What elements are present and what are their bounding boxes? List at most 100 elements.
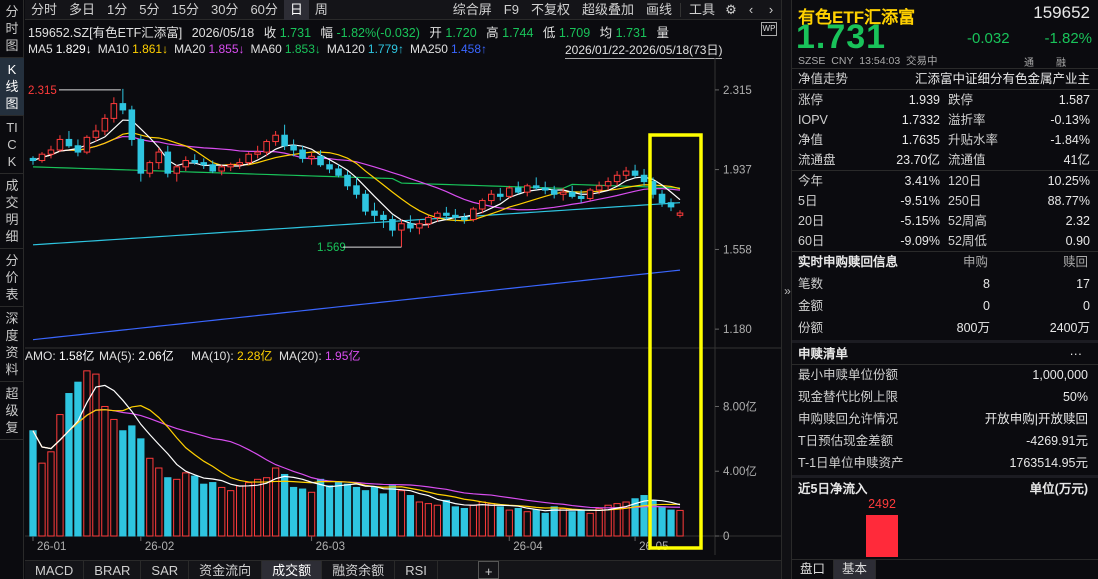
candle-body — [110, 103, 118, 119]
candle-body — [155, 151, 163, 164]
list-header[interactable]: 申赎清单 ··· — [792, 344, 1098, 364]
candle-body — [281, 134, 288, 147]
candle-body — [344, 174, 351, 187]
high-label: 高 — [486, 26, 499, 40]
candle-body — [568, 191, 576, 197]
indicator-tab-3[interactable]: 资金流向 — [189, 561, 263, 579]
tool-5[interactable]: 工具 — [683, 0, 721, 20]
period-8[interactable]: 周 — [309, 0, 334, 20]
candle-body — [254, 151, 261, 155]
candle-body — [631, 170, 639, 176]
amount-bar — [433, 504, 442, 537]
perf-label2: 52周低 — [948, 234, 987, 248]
tool-1[interactable]: F9 — [498, 0, 525, 20]
perf-value: -5.15% — [900, 214, 940, 228]
period-6[interactable]: 60分 — [244, 0, 283, 20]
ma-value: 1.853↓ — [284, 42, 321, 56]
indicator-tab-6[interactable]: RSI — [395, 561, 438, 579]
chevron-right-icon[interactable]: › — [761, 0, 781, 20]
period-4[interactable]: 15分 — [166, 0, 205, 20]
amount-bar — [289, 486, 298, 537]
amount-bar — [110, 418, 118, 537]
panel-tab-0[interactable]: 盘口 — [792, 560, 835, 579]
flow-bar — [866, 515, 898, 557]
amount-bar — [56, 414, 64, 537]
chevron-left-icon[interactable]: ‹ — [741, 0, 761, 20]
candle-body — [263, 141, 270, 153]
stats-row: IOPV 1.7332 溢折率 -0.13% — [792, 110, 1098, 130]
period-0[interactable]: 分时 — [25, 0, 63, 20]
more-icon[interactable]: ··· — [1070, 344, 1083, 364]
ma-legend-item: MA60 1.853↓ — [251, 42, 321, 56]
stats-row: 涨停 1.939 跌停 1.587 — [792, 90, 1098, 110]
candle-body — [523, 185, 531, 193]
period-7[interactable]: 日 — [283, 0, 309, 20]
panel-tab-1[interactable]: 基本 — [834, 560, 877, 579]
sidebar-tab-5[interactable]: 深度资料 — [0, 307, 24, 382]
candle-body — [577, 195, 585, 199]
panel-collapse-handle[interactable]: » — [781, 0, 792, 579]
candle-body — [74, 145, 82, 153]
sidebar-tab-0[interactable]: 分时图 — [0, 0, 24, 58]
wp-badge[interactable]: WP — [761, 22, 777, 36]
amount-bar — [451, 506, 459, 537]
period-3[interactable]: 5分 — [133, 0, 165, 20]
sidebar-tab-6[interactable]: 超级复 — [0, 382, 24, 440]
ma-value: 1.458↑ — [450, 42, 488, 56]
indicator-tab-0[interactable]: MACD — [25, 561, 85, 579]
sr-row: 笔数 8 17 — [792, 274, 1098, 294]
sidebar-tab-4[interactable]: 分价表 — [0, 249, 24, 307]
indicator-tab-7[interactable]: + — [477, 561, 500, 579]
sidebar-tab-3[interactable]: 成交明细 — [0, 174, 24, 249]
tool-2[interactable]: 不复权 — [525, 0, 576, 20]
tool-4[interactable]: 画线 — [640, 0, 678, 20]
period-1[interactable]: 多日 — [63, 0, 101, 20]
indicator-tab-1[interactable]: BRAR — [84, 561, 142, 579]
period-5[interactable]: 30分 — [205, 0, 244, 20]
candle-body — [434, 212, 441, 218]
amount-bar — [83, 370, 91, 537]
amount-bar — [155, 467, 163, 537]
tool-3[interactable]: 超级叠加 — [576, 0, 640, 20]
close-label: 收 — [263, 26, 277, 40]
indicator-tab-5[interactable]: 融资余额 — [322, 561, 396, 579]
candle-body — [595, 185, 603, 191]
date-range[interactable]: 2026/01/22-2026/05/18(73日) — [565, 41, 723, 59]
amount-bar — [415, 501, 424, 537]
candle-body — [389, 219, 396, 231]
candle-body — [92, 130, 100, 138]
ma-legend-item: MA10 1.861↓ — [98, 42, 168, 56]
candle-body — [335, 168, 342, 176]
amount-bar — [658, 506, 666, 537]
amount-bar — [469, 504, 477, 537]
sidebar-tab-1[interactable]: K线图 — [0, 58, 24, 116]
amo-label: MA(20): — [279, 349, 322, 363]
avg-value: 1.731 — [615, 26, 647, 40]
flow-unit: 单位(万元) — [1029, 482, 1088, 496]
open-label: 开 — [429, 26, 442, 40]
list-row-value: 50% — [1062, 390, 1088, 404]
candle-body — [461, 216, 468, 221]
perf-label: 5日 — [798, 194, 818, 208]
candle-body — [604, 181, 612, 187]
price-axis-label: 1.180 — [723, 324, 752, 336]
sr-title: 实时申购赎回信息 — [798, 255, 899, 269]
sidebar-tab-2[interactable]: TICK — [0, 116, 24, 174]
indicator-tab-2[interactable]: SAR — [141, 561, 190, 579]
amount-bar — [577, 509, 585, 537]
tool-0[interactable]: 综合屏 — [447, 0, 498, 20]
perf-value: -9.51% — [900, 194, 940, 208]
list-row-value: -4269.91元 — [1026, 434, 1088, 448]
kline-chart[interactable]: 2.315 1.937 1.558 1.180 2.315 1.569 AMO: 1.58亿… — [25, 58, 781, 555]
open-value: 1.720 — [445, 26, 477, 40]
period-2[interactable]: 1分 — [101, 0, 133, 20]
perf-value: -9.09% — [900, 234, 940, 248]
stats-label: 涨停 — [798, 93, 824, 107]
indicator-tab-4[interactable]: 成交额 — [262, 561, 323, 579]
stats-value: 1.939 — [908, 93, 940, 107]
gear-icon[interactable]: ⚙ — [721, 0, 741, 20]
ma-value: 1.829↓ — [55, 42, 92, 56]
change-label: 幅 — [320, 26, 334, 40]
nav-trend-row[interactable]: 净值走势 汇添富中证细分有色金属产业主 — [792, 69, 1098, 89]
stats-value: 1.7332 — [901, 113, 940, 127]
